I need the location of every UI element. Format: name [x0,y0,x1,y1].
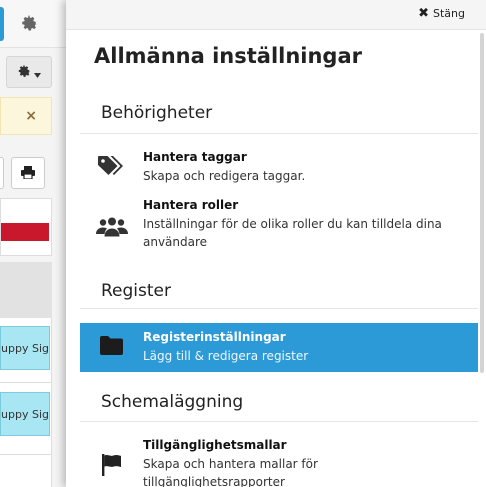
item-description: Skapa och redigera taggar. [143,169,306,183]
background-gray-band [0,262,52,318]
list-item-label: npuppy Sig [1,341,49,355]
divider [0,454,52,455]
list-item-label: npuppy Sig [1,407,49,421]
print-icon [21,164,35,183]
item-title: Registerinställningar [143,330,286,344]
alert-close-icon[interactable]: × [25,108,37,124]
background-alert: × [0,97,52,135]
divider [80,308,478,309]
divider [0,382,52,383]
print-button[interactable] [11,157,45,189]
background-red-bar [1,223,49,241]
gear-icon [17,63,31,82]
background-button[interactable] [0,157,4,189]
section-title-register: Register [101,281,171,301]
users-icon [95,217,128,257]
close-button[interactable]: ✖ Stäng [418,7,465,20]
folder-icon [100,336,123,372]
list-item[interactable]: npuppy Sig [0,326,50,370]
caret-down-icon [34,63,41,82]
divider [80,421,478,422]
divider [80,133,478,134]
item-description: Lägg till & redigera register [143,349,309,363]
page-title: Allmänna inställningar [94,44,362,68]
close-icon: ✖ [418,6,429,21]
panel-header-bar: ✖ Stäng [66,0,486,30]
flag-icon [101,454,123,487]
settings-item-register-settings[interactable]: Registerinställningar Lägg till & redige… [80,323,478,372]
item-description: Inställningar för de olika roller du kan… [143,217,442,249]
panel-scrollbar[interactable] [480,33,486,487]
list-item[interactable]: npuppy Sig [0,392,50,436]
settings-dropdown-button[interactable] [6,56,52,88]
background-card [0,198,52,256]
scrollbar-thumb[interactable] [480,33,484,373]
item-title: Hantera roller [143,198,239,212]
settings-item-availability-templates[interactable]: Tillgänglighetsmallar Skapa och hantera … [80,437,478,487]
background-list: npuppy Sig npuppy Sig [0,318,52,487]
gear-icon[interactable] [20,14,38,32]
background-app: × npuppy Sig npuppy Sig [0,0,66,487]
item-title: Hantera taggar [143,150,247,164]
close-label: Stäng [433,7,465,20]
item-title: Tillgänglighetsmallar [143,438,287,452]
section-title-scheduling: Schemaläggning [101,392,244,412]
background-primary-button[interactable] [0,7,4,41]
settings-item-manage-tags[interactable]: Hantera taggar Skapa och redigera taggar… [80,149,478,193]
item-description: Skapa och hantera mallar för tillgänglig… [143,457,318,487]
section-title-permissions: Behörigheter [101,103,213,123]
settings-item-manage-roles[interactable]: Hantera roller Inställningar för de olik… [80,197,478,257]
background-topbar [0,0,66,48]
tags-icon [97,155,126,193]
settings-panel: ✖ Stäng Allmänna inställningar Behörighe… [66,0,486,487]
